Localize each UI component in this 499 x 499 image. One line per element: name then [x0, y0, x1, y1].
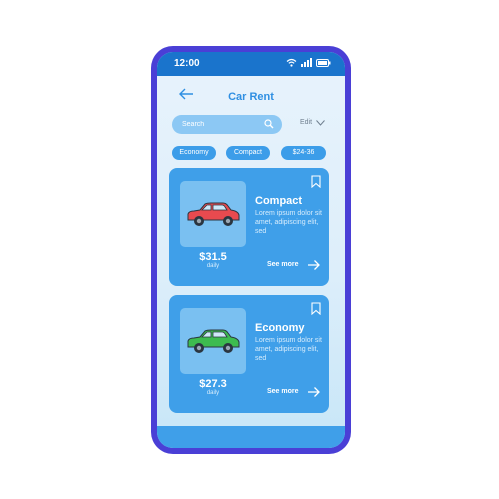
car-thumbnail — [180, 181, 246, 247]
see-more-link[interactable]: See more — [267, 388, 299, 395]
filter-chip-economy[interactable]: Economy — [172, 146, 216, 160]
edit-label: Edit — [300, 119, 313, 126]
arrow-right-icon[interactable] — [307, 259, 321, 271]
car-name: Compact — [255, 195, 303, 207]
arrow-right-icon[interactable] — [307, 386, 321, 398]
filter-chip-price[interactable]: $24-36 — [281, 146, 326, 160]
app-header: Car Rent — [157, 76, 345, 112]
car-image — [187, 329, 240, 353]
battery-icon — [316, 58, 331, 67]
status-icons — [286, 58, 331, 67]
app-screen: 12:00 Car Rent Search Edit Economy Compa… — [157, 52, 345, 448]
bookmark-icon[interactable] — [311, 175, 321, 188]
bookmark-icon[interactable] — [311, 302, 321, 315]
car-description: Lorem ipsum dolor sit amet, adipiscing e… — [255, 337, 322, 362]
status-time: 12:00 — [174, 58, 200, 69]
wifi-icon — [286, 58, 297, 67]
price-period: daily — [206, 263, 220, 269]
price-period: daily — [206, 390, 220, 396]
signal-icon — [301, 58, 312, 67]
search-icon[interactable] — [264, 119, 274, 129]
status-bar: 12:00 — [157, 52, 345, 76]
filter-chips: Economy Compact $24-36 — [172, 146, 342, 160]
car-description: Lorem ipsum dolor sit amet, adipiscing e… — [255, 210, 322, 235]
car-price: $27.3 — [199, 378, 227, 390]
search-input[interactable] — [182, 118, 262, 131]
car-image — [187, 202, 240, 226]
car-name: Economy — [255, 322, 305, 334]
car-card-economy[interactable]: Economy Lorem ipsum dolor sit amet, adip… — [169, 295, 329, 413]
car-card-compact[interactable]: Compact Lorem ipsum dolor sit amet, adip… — [169, 168, 329, 286]
page-title: Car Rent — [228, 91, 274, 103]
phone-frame: 12:00 Car Rent Search Edit Economy Compa… — [151, 46, 351, 454]
bottom-bar — [157, 426, 345, 448]
chevron-down-icon — [316, 119, 325, 126]
edit-dropdown[interactable]: Edit — [300, 119, 325, 126]
car-thumbnail — [180, 308, 246, 374]
search-bar[interactable] — [172, 115, 282, 134]
filter-chip-compact[interactable]: Compact — [226, 146, 270, 160]
see-more-link[interactable]: See more — [267, 261, 299, 268]
car-price: $31.5 — [199, 251, 227, 263]
